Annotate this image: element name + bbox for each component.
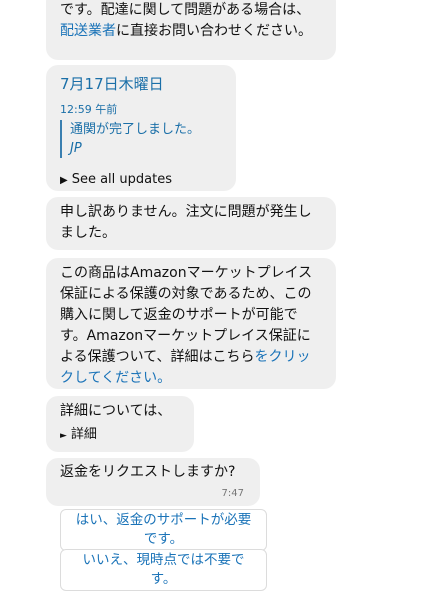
message-bubble-details: 詳細については、 ► 詳細	[46, 396, 194, 452]
message-timestamp: 7:47	[221, 488, 244, 499]
details-toggle[interactable]: ► 詳細	[60, 424, 180, 447]
message-bubble-guarantee: この商品はAmazonマーケットプレイス保証による保護の対象であるため、この購入…	[46, 258, 336, 389]
triangle-right-icon: ►	[60, 431, 67, 441]
message-bubble-refund-question: 返金をリクエストしますか? 7:47	[46, 458, 260, 506]
message-text: です。配達に関して問題がある場合は、	[60, 2, 311, 18]
message-text: 詳細については、	[60, 403, 172, 419]
message-text: 申し訳ありません。注文に問題が発生しました。	[60, 204, 312, 241]
message-bubble-apology: 申し訳ありません。注文に問題が発生しました。	[46, 197, 336, 250]
tracking-update: 通関が完了しました。 JP	[60, 120, 222, 158]
tracking-date: 7月17日木曜日	[60, 75, 164, 93]
triangle-right-icon: ▶	[60, 175, 68, 186]
carrier-link[interactable]: 配送業者	[60, 23, 116, 39]
details-label: 詳細	[70, 427, 97, 442]
message-text: 返金をリクエストしますか?	[60, 464, 236, 480]
quick-reply-no-button[interactable]: いいえ、現時点では不要です。	[60, 549, 267, 591]
quick-reply-yes-button[interactable]: はい、返金のサポートが必要です。	[60, 509, 267, 551]
tracking-status: 通関が完了しました。	[70, 122, 201, 137]
see-all-updates-toggle[interactable]: ▶ See all updates	[60, 171, 222, 190]
tracking-carrier: JP	[70, 141, 82, 156]
message-text-end: に直接お問い合わせください。	[116, 23, 312, 39]
tracking-time: 12:59 午前	[60, 103, 118, 116]
tracking-card: 7月17日木曜日 12:59 午前 通関が完了しました。 JP ▶ See all…	[46, 65, 236, 191]
message-bubble-carrier-notice: です。配達に関して問題がある場合は、配送業者に直接お問い合わせください。	[46, 0, 336, 60]
see-all-label: See all updates	[71, 172, 172, 187]
